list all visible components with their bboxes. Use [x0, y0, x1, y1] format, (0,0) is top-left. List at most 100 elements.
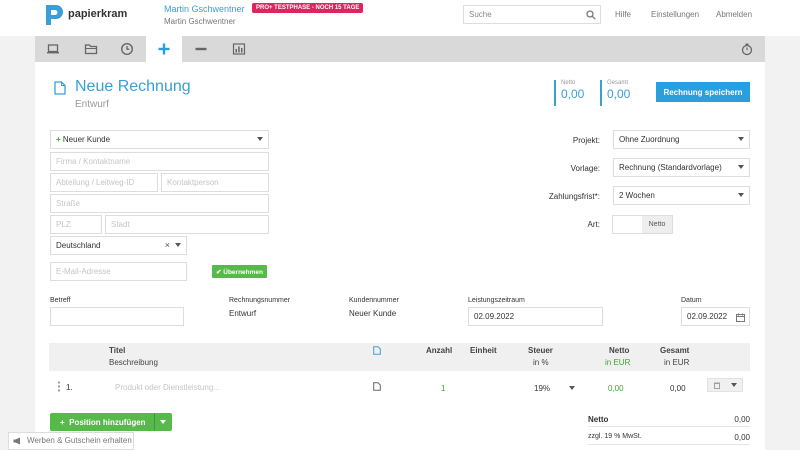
plus-icon: + [56, 135, 61, 144]
customer-select[interactable]: + Neuer Kunde [50, 130, 269, 149]
col-total: Gesamt [660, 346, 690, 355]
button-divider [154, 413, 155, 431]
invoice-card: Neue Rechnung Entwurf Netto 0,00 Gesamt … [35, 62, 765, 450]
trial-badge[interactable]: PRO+ TESTPHASE - NOCH 15 TAGE [252, 3, 364, 13]
date-input[interactable] [682, 308, 736, 325]
drag-handle-icon[interactable] [57, 381, 61, 392]
chevron-down-icon [257, 137, 263, 141]
customer-number-label: Kundennummer [349, 297, 399, 304]
country-select-value: Deutschland [56, 241, 101, 250]
service-period-label: Leistungszeitraum [468, 297, 525, 304]
chevron-down-icon [731, 383, 737, 387]
megaphone-icon [13, 437, 20, 445]
subject-input[interactable] [51, 308, 183, 325]
project-select-value: Ohne Zuordnung [619, 135, 680, 144]
payment-term-label: Zahlungsfrist*: [548, 192, 600, 201]
papierkram-logo-icon[interactable] [42, 3, 64, 27]
template-select[interactable]: Rechnung (Standardvorlage) [613, 158, 750, 177]
row-actions-button[interactable] [707, 378, 743, 392]
payment-term-select[interactable]: 2 Wochen [613, 186, 750, 205]
plus-icon [158, 43, 170, 55]
product-input[interactable] [110, 378, 350, 397]
city-field [105, 215, 269, 234]
street-input[interactable] [51, 195, 268, 212]
document-icon [54, 81, 66, 95]
col-total-unit: in EUR [664, 358, 690, 367]
date-field [681, 307, 750, 326]
net-summary-value: 0,00 [561, 87, 585, 101]
net-summary: Netto 0,00 [554, 80, 584, 106]
brand-name[interactable]: papierkram [68, 8, 127, 20]
col-net: Netto [609, 346, 630, 355]
page-title: Neue Rechnung [75, 78, 191, 95]
totals-net-label: Netto [588, 415, 609, 424]
company-input[interactable] [51, 153, 268, 170]
chevron-down-icon[interactable] [160, 420, 166, 424]
city-input[interactable] [106, 216, 268, 233]
tab-time-tracking[interactable] [109, 36, 145, 62]
email-input[interactable] [51, 263, 186, 280]
country-select[interactable]: Deutschland × [50, 236, 187, 255]
user-name[interactable]: Martin Gschwentner [164, 4, 245, 14]
chevron-down-icon[interactable] [569, 386, 575, 390]
add-position-label: Position hinzufügen [69, 417, 146, 427]
contact-person-field [161, 173, 269, 192]
document-icon[interactable] [373, 346, 381, 355]
referral-label: Werben & Gutschein erhalten [27, 436, 132, 445]
col-tax-unit: in % [533, 358, 549, 367]
top-header: papierkram Martin Gschwentner Martin Gsc… [0, 0, 800, 36]
row-net[interactable]: 0,00 [608, 384, 624, 393]
invoice-status: Entwurf [75, 99, 109, 110]
settings-link[interactable]: Einstellungen [651, 10, 699, 19]
gross-summary-label: Gesamt [607, 80, 629, 86]
apply-button-label: Übernehmen [223, 268, 263, 276]
gross-summary-value: 0,00 [607, 87, 631, 101]
help-link[interactable]: Hilfe [615, 10, 631, 19]
tab-projects[interactable] [73, 36, 109, 62]
project-label: Projekt: [572, 136, 600, 145]
row-quantity[interactable]: 1 [441, 384, 445, 393]
check-icon: ✔ [216, 268, 222, 276]
service-period-input[interactable] [469, 308, 602, 325]
search-icon[interactable] [586, 10, 596, 20]
document-icon[interactable] [373, 382, 381, 391]
tab-income[interactable] [146, 36, 182, 62]
service-period-field [468, 307, 603, 326]
laptop-icon [47, 44, 59, 54]
calendar-icon[interactable] [736, 313, 745, 322]
search-input[interactable] [464, 6, 580, 23]
plus-icon: + [60, 417, 65, 427]
row-tax[interactable]: 19% [534, 384, 550, 393]
template-select-value: Rechnung (Standardvorlage) [619, 163, 722, 172]
row-number: 1. [66, 383, 73, 392]
net-summary-label: Netto [561, 80, 576, 86]
contact-person-input[interactable] [162, 174, 268, 191]
net-gross-toggle[interactable]: Netto [612, 215, 673, 234]
apply-button[interactable]: ✔ Übernehmen [212, 265, 267, 278]
timer-button[interactable] [729, 36, 765, 62]
tab-dashboard[interactable] [35, 36, 71, 62]
invoice-number-value: Entwurf [229, 309, 257, 318]
department-input[interactable] [51, 174, 157, 191]
logout-link[interactable]: Abmelden [716, 10, 752, 19]
tab-expenses[interactable] [183, 36, 219, 62]
save-invoice-button[interactable]: Rechnung speichern [656, 82, 750, 102]
company-field [50, 152, 269, 171]
gross-summary: Gesamt 0,00 [600, 80, 630, 106]
col-tax: Steuer [528, 346, 553, 355]
clear-icon[interactable]: × [165, 240, 170, 250]
totals-net-value: 0,00 [734, 415, 750, 424]
referral-button[interactable]: Werben & Gutschein erhalten [8, 432, 134, 450]
department-field [50, 173, 158, 192]
stopwatch-icon [741, 43, 753, 56]
chevron-down-icon [175, 243, 181, 247]
minus-icon [195, 47, 207, 51]
project-select[interactable]: Ohne Zuordnung [613, 130, 750, 149]
tab-reports[interactable] [221, 36, 257, 62]
template-label: Vorlage: [570, 164, 600, 173]
positions-table-header: Titel Beschreibung Anzahl Einheit Steuer… [49, 343, 750, 371]
totals-vat-value: 0,00 [734, 433, 750, 442]
net-toggle-label: Netto [642, 216, 672, 233]
totals-divider [588, 426, 750, 427]
zip-input[interactable] [51, 216, 101, 233]
